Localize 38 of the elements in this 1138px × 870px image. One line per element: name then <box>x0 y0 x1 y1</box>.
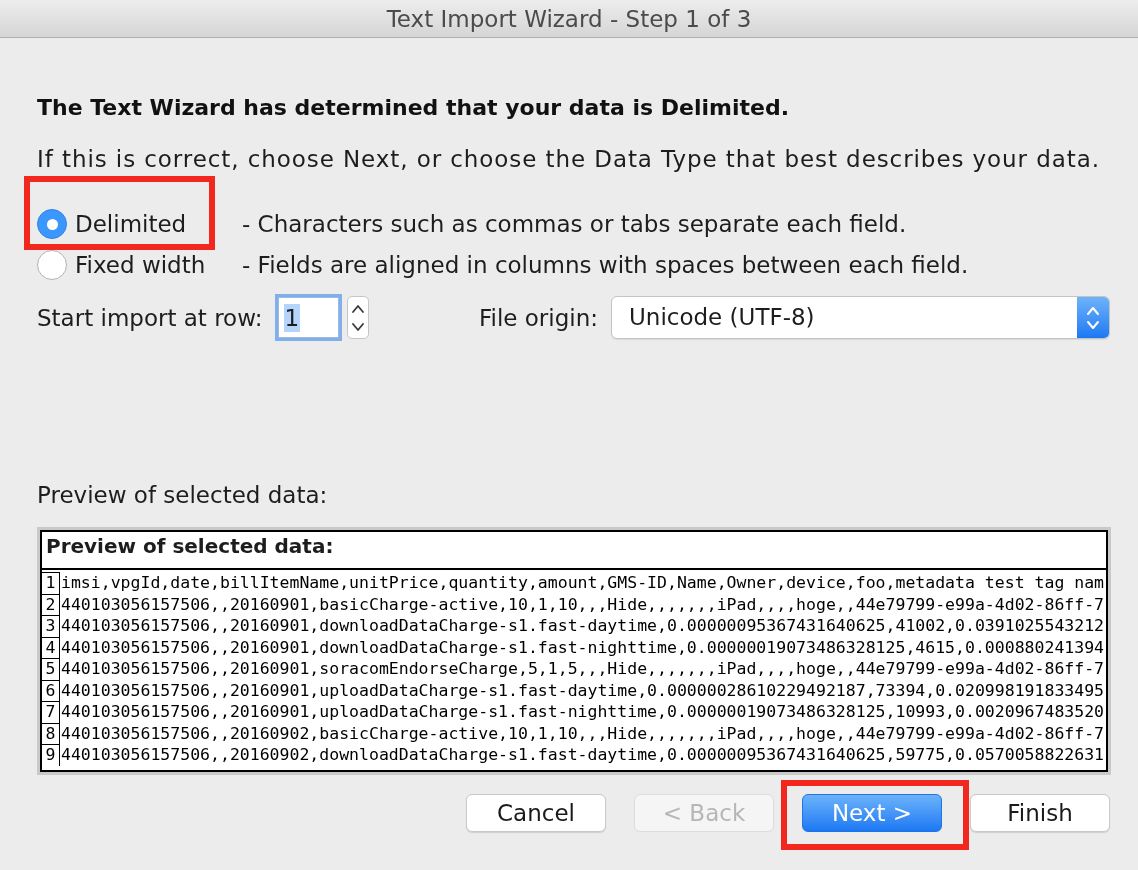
up-down-chevron-icon <box>351 302 364 333</box>
row-number: 1 <box>42 572 60 594</box>
start-row-label: Start import at row: <box>37 303 263 333</box>
preview-row-text: 440103056157506,,20160901,downloadDataCharge-s1.fast-daytime,0.00000095367431640625,41002,0.0391025543212 <box>60 615 1105 637</box>
preview-label: Preview of selected data: <box>37 481 328 510</box>
preview-row-text: 440103056157506,,20160901,uploadDataCharge-s1.fast-nighttime,0.00000019073486328125,10993,0.0020967483520 <box>60 701 1105 723</box>
instruction-text: If this is correct, choose Next, or choose the Data Type that best describes your data. <box>37 145 1100 174</box>
row-number: 9 <box>42 744 60 766</box>
row-number: 5 <box>42 658 60 680</box>
option-label[interactable]: Fixed width <box>75 250 206 280</box>
wizard-heading: The Text Wizard has determined that your data is Delimited. <box>37 94 790 122</box>
preview-row-text: 440103056157506,,20160901,uploadDataCharge-s1.fast-daytime,0.00000028610229492187,73394,0.020998191833495 <box>60 679 1105 701</box>
file-origin-dropdown[interactable]: Unicode (UTF-8) <box>611 296 1110 339</box>
option-description: - Fields are aligned in columns with spaces between each field. <box>242 251 969 280</box>
file-origin-label: File origin: <box>478 303 598 333</box>
row-number: 4 <box>42 636 60 658</box>
preview-row-text: 440103056157506,,20160902,basicCharge-active,10,1,10,,,Hide,,,,,,,iPad,,,,hoge,,44e79799-e99a-4d02-86ff-7 <box>60 722 1105 744</box>
row-number: 3 <box>42 615 60 637</box>
preview-row-text: 440103056157506,,20160901,soracomEndorseCharge,5,1,5,,,Hide,,,,,,,iPad,,,,hoge,,44e79799-e99a-4d02-86ff-7 <box>60 658 1105 680</box>
preview-heading: Preview of selected data: <box>46 533 334 559</box>
up-down-chevron-icon <box>1077 297 1109 338</box>
option-label[interactable]: Delimited <box>75 209 187 239</box>
row-number: 2 <box>42 593 60 615</box>
option-description: - Characters such as commas or tabs separate each field. <box>242 210 907 239</box>
row-number: 8 <box>42 722 60 744</box>
preview-row-text: 440103056157506,,20160901,basicCharge-active,10,1,10,,,Hide,,,,,,,iPad,,,,hoge,,44e79799-e99a-4d02-86ff-7 <box>60 593 1105 615</box>
row-number: 7 <box>42 701 60 723</box>
row-number: 6 <box>42 679 60 701</box>
radio-button[interactable] <box>37 250 67 280</box>
radio-button[interactable] <box>37 209 67 239</box>
cancel-button[interactable]: Cancel <box>466 794 606 832</box>
preview-row-text: imsi,vpgId,date,billItemName,unitPrice,quantity,amount,GMS-ID,Name,Owner,device,foo,metadata test tag nam <box>60 572 1105 594</box>
preview-row-text: 440103056157506,,20160901,downloadDataCharge-s1.fast-nighttime,0.00000019073486328125,4615,0.000880241394 <box>60 636 1105 658</box>
start-row-field[interactable]: 1 <box>277 297 339 338</box>
finish-button[interactable]: Finish <box>970 794 1110 832</box>
window-title: Text Import Wizard - Step 1 of 3 <box>386 4 752 33</box>
preview-row-text: 440103056157506,,20160902,downloadDataCharge-s1.fast-daytime,0.00000095367431640625,59775,0.0570058822631 <box>60 744 1105 766</box>
stepper-control[interactable] <box>346 296 369 339</box>
